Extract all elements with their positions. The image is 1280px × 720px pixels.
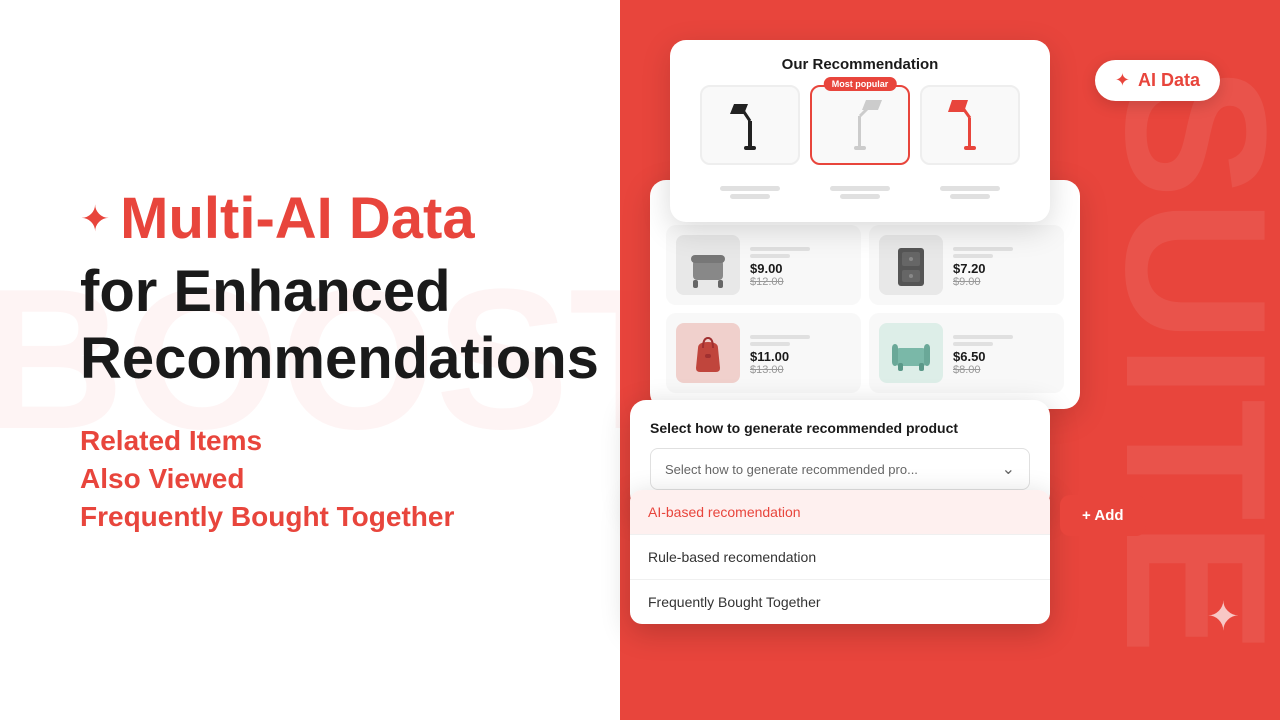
- av-price-orig-3: $13.00: [750, 364, 851, 376]
- product-info-3: [920, 183, 1020, 202]
- bag-icon: [683, 328, 733, 378]
- av-item-2: $7.20 $9.00: [869, 225, 1064, 305]
- product-thumb-3: [920, 85, 1020, 165]
- add-button[interactable]: + Add: [1060, 495, 1146, 536]
- av-item-3: $11.00 $13.00: [666, 313, 861, 393]
- product-thumb-2: Most popular: [810, 85, 910, 165]
- av-price-sale-1: $9.00: [750, 261, 851, 276]
- headline-colored: Multi-AI Data: [120, 187, 474, 251]
- products-row: Most popular: [686, 85, 1034, 165]
- av-price-orig-2: $9.00: [953, 276, 1054, 288]
- product-thumb-1: [700, 85, 800, 165]
- av-thumb-3: [676, 323, 740, 383]
- av-thumb-1: [676, 235, 740, 295]
- lamp-icon-3: [946, 96, 994, 154]
- av-info-2: $7.20 $9.00: [953, 243, 1054, 288]
- dropdown-option-3[interactable]: Frequently Bought Together: [630, 580, 1050, 624]
- cabinet-icon: [886, 240, 936, 290]
- dropdown-selector[interactable]: Select how to generate recommended pro..…: [650, 448, 1030, 490]
- av-thumb-2: [879, 235, 943, 295]
- recommendation-title: Our Recommendation: [686, 56, 1034, 73]
- av-price-orig-1: $12.00: [750, 276, 851, 288]
- ai-sparkle-icon: ✦: [1115, 70, 1130, 91]
- dropdown-options-panel: AI-based recomendation Rule-based recome…: [630, 490, 1050, 624]
- ai-data-badge: ✦ AI Data: [1095, 60, 1220, 101]
- av-price-orig-4: $8.00: [953, 364, 1054, 376]
- features-list: Related Items Also Viewed Frequently Bou…: [80, 425, 600, 533]
- feature-item-2: Also Viewed: [80, 463, 600, 495]
- sparkle-decoration-br: ✦: [1206, 594, 1240, 640]
- recommendation-card: Our Recommendation Most popular: [670, 40, 1050, 222]
- av-price-sale-2: $7.20: [953, 261, 1054, 276]
- av-price-sale-3: $11.00: [750, 349, 851, 364]
- ai-data-label: AI Data: [1138, 70, 1200, 91]
- av-info-4: $6.50 $8.00: [953, 331, 1054, 376]
- av-item-1: $9.00 $12.00: [666, 225, 861, 305]
- av-info-1: $9.00 $12.00: [750, 243, 851, 288]
- left-section: ✦ Multi-AI Data for Enhanced Recommendat…: [0, 0, 660, 720]
- dropdown-placeholder: Select how to generate recommended pro..…: [665, 462, 918, 477]
- feature-item-1: Related Items: [80, 425, 600, 457]
- product-info-1: [700, 183, 800, 202]
- av-thumb-4: [879, 323, 943, 383]
- chevron-down-icon: ⌄: [1002, 459, 1015, 479]
- chair-icon: [683, 240, 733, 290]
- dropdown-option-1[interactable]: AI-based recomendation: [630, 490, 1050, 535]
- dropdown-option-2[interactable]: Rule-based recomendation: [630, 535, 1050, 580]
- headline-line2: Recommendations: [80, 326, 599, 391]
- headline-line1: for Enhanced: [80, 259, 451, 324]
- lamp-icon-2: [836, 96, 884, 154]
- av-item-4: $6.50 $8.00: [869, 313, 1064, 393]
- av-price-sale-4: $6.50: [953, 349, 1054, 364]
- headline-black: for Enhanced Recommendations: [80, 259, 600, 392]
- lamp-icon-1: [726, 96, 774, 154]
- dropdown-question: Select how to generate recommended produ…: [650, 420, 1030, 436]
- product-info-2: [810, 183, 910, 202]
- right-section: ✦ AI Data Our Recommendation Most popula…: [620, 0, 1280, 720]
- sparkle-icon: ✦: [80, 201, 110, 237]
- feature-item-3: Frequently Bought Together: [80, 501, 600, 533]
- most-popular-badge: Most popular: [824, 77, 897, 91]
- av-info-3: $11.00 $13.00: [750, 331, 851, 376]
- armchair-icon: [886, 328, 936, 378]
- headline-row: ✦ Multi-AI Data: [80, 187, 600, 251]
- also-viewed-grid: $9.00 $12.00 $7.20: [666, 225, 1064, 393]
